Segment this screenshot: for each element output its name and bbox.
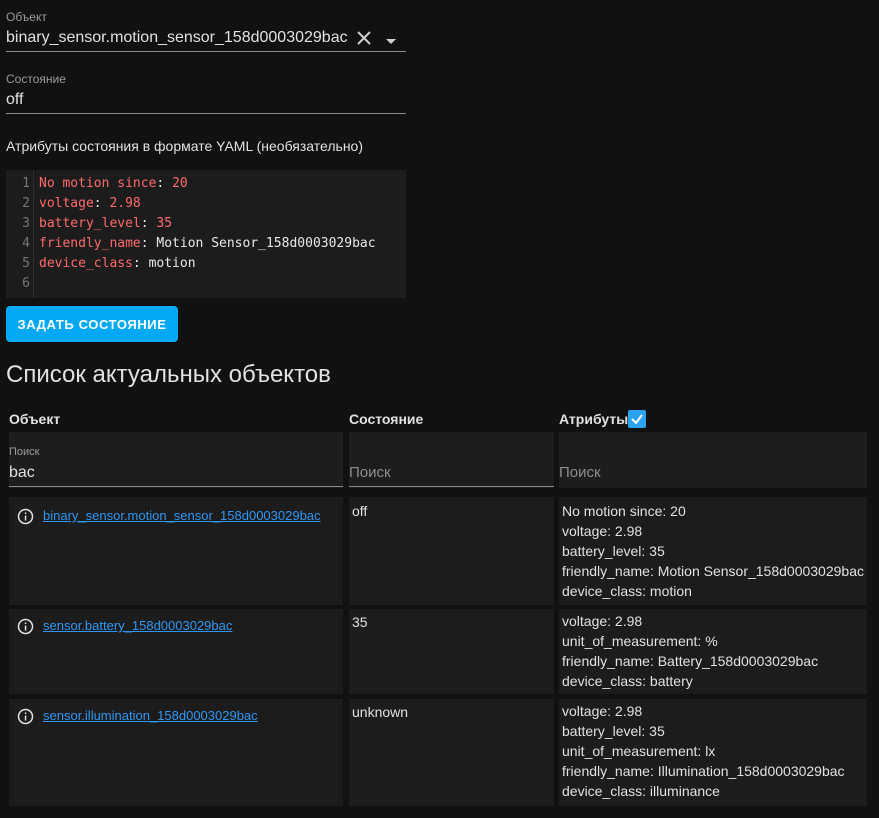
- attributes-list: No motion since: 20 voltage: 2.98 batter…: [562, 501, 864, 601]
- filter-entity[interactable]: Поиск bac: [9, 432, 343, 488]
- check-icon: [631, 414, 643, 425]
- yaml-line: No motion since: 20: [39, 174, 376, 194]
- attributes-list: voltage: 2.98 unit_of_measurement: % fri…: [562, 611, 818, 691]
- state-value: 35: [352, 614, 368, 630]
- attributes-cell: voltage: 2.98 unit_of_measurement: % fri…: [559, 609, 867, 694]
- table-row: sensor.illumination_158d0003029bac: [9, 699, 343, 806]
- yaml-line: device_class: motion: [39, 254, 376, 274]
- yaml-sep: :: [132, 256, 149, 271]
- attribute-line: device_class: battery: [562, 673, 693, 689]
- attribute-line: voltage: 2.98: [562, 613, 643, 629]
- chevron-down-icon[interactable]: [384, 33, 398, 44]
- state-field-input[interactable]: off: [6, 91, 24, 109]
- yaml-gutter: 1 2 3 4 5 6: [6, 170, 34, 298]
- column-header-state: Состояние: [349, 411, 424, 427]
- entity-field-label: Объект: [6, 10, 47, 24]
- attributes-checkbox[interactable]: [628, 410, 646, 428]
- attribute-line: device_class: illuminance: [562, 783, 720, 799]
- yaml-sep: :: [93, 196, 110, 211]
- yaml-line: friendly_name: Motion Sensor_158d0003029…: [39, 234, 376, 254]
- state-field-underline: [6, 113, 406, 114]
- yaml-editor[interactable]: 1 2 3 4 5 6 No motion since: 20 voltage:…: [6, 170, 406, 298]
- yaml-value: 20: [172, 176, 188, 191]
- attribute-line: friendly_name: Motion Sensor_158d0003029…: [562, 563, 864, 579]
- info-icon[interactable]: [17, 618, 34, 635]
- yaml-value: 35: [156, 216, 173, 231]
- attribute-line: unit_of_measurement: lx: [562, 743, 716, 759]
- yaml-key: battery_level: [39, 216, 141, 231]
- filter-entity-input[interactable]: bac: [9, 464, 35, 482]
- filter-entity-label: Поиск: [9, 446, 40, 458]
- yaml-value: Motion Sensor_158d0003029bac: [156, 236, 376, 251]
- entity-link[interactable]: sensor.illumination_158d0003029bac: [43, 708, 258, 723]
- state-value: off: [352, 503, 368, 519]
- line-number: 2: [22, 196, 30, 211]
- line-number: 4: [22, 236, 30, 251]
- state-cell: unknown: [349, 699, 554, 806]
- yaml-sep: :: [140, 236, 157, 251]
- attributes-cell: No motion since: 20 voltage: 2.98 batter…: [559, 497, 867, 605]
- entity-field-underline: [6, 51, 406, 52]
- column-header-attributes: Атрибуты: [559, 411, 629, 427]
- line-number: 1: [22, 176, 30, 191]
- attribute-line: No motion since: 20: [562, 503, 686, 519]
- line-number: 3: [22, 216, 30, 231]
- attribute-line: battery_level: 35: [562, 723, 665, 739]
- yaml-sep: :: [156, 176, 173, 191]
- yaml-code[interactable]: No motion since: 20 voltage: 2.98 batter…: [39, 170, 376, 294]
- info-icon[interactable]: [17, 708, 34, 725]
- yaml-sep: :: [140, 216, 157, 231]
- filter-state-input[interactable]: Поиск: [349, 464, 391, 481]
- line-number: 6: [22, 276, 30, 291]
- state-cell: off: [349, 497, 554, 605]
- attributes-cell: voltage: 2.98 battery_level: 35 unit_of_…: [559, 699, 867, 806]
- filter-attributes[interactable]: Поиск: [559, 432, 867, 488]
- yaml-key: No motion since: [39, 176, 157, 191]
- table-row: binary_sensor.motion_sensor_158d0003029b…: [9, 497, 343, 605]
- column-header-entity: Объект: [9, 411, 61, 427]
- info-icon[interactable]: [17, 508, 34, 525]
- yaml-key: friendly_name: [39, 236, 141, 251]
- yaml-key: device_class: [39, 256, 133, 271]
- filter-attributes-input[interactable]: Поиск: [559, 464, 601, 481]
- attribute-line: friendly_name: Battery_158d0003029bac: [562, 653, 819, 669]
- filter-underline: [349, 486, 554, 487]
- state-cell: 35: [349, 609, 554, 694]
- yaml-line: [39, 274, 376, 294]
- entity-field-input[interactable]: binary_sensor.motion_sensor_158d0003029b…: [6, 29, 348, 47]
- attribute-line: device_class: motion: [562, 583, 692, 599]
- table-row: sensor.battery_158d0003029bac: [9, 609, 343, 694]
- yaml-value: 2.98: [109, 196, 141, 211]
- entity-link[interactable]: sensor.battery_158d0003029bac: [43, 618, 232, 633]
- line-number: 5: [22, 256, 30, 271]
- yaml-line: battery_level: 35: [39, 214, 376, 234]
- yaml-title: Атрибуты состояния в формате YAML (необя…: [6, 138, 363, 154]
- filter-underline: [9, 486, 343, 487]
- attribute-line: friendly_name: Illumination_158d0003029b…: [562, 763, 845, 779]
- attribute-line: voltage: 2.98: [562, 703, 643, 719]
- filter-state[interactable]: Поиск: [349, 432, 554, 488]
- state-value: unknown: [352, 704, 409, 720]
- state-field-label: Состояние: [6, 72, 66, 86]
- yaml-key: voltage: [39, 196, 94, 211]
- set-state-button[interactable]: ЗАДАТЬ СОСТОЯНИЕ: [6, 306, 178, 342]
- attribute-line: voltage: 2.98: [562, 523, 643, 539]
- attributes-list: voltage: 2.98 battery_level: 35 unit_of_…: [562, 701, 845, 801]
- entity-link[interactable]: binary_sensor.motion_sensor_158d0003029b…: [43, 508, 321, 523]
- attribute-line: unit_of_measurement: %: [562, 633, 718, 649]
- attribute-line: battery_level: 35: [562, 543, 665, 559]
- yaml-line: voltage: 2.98: [39, 194, 376, 214]
- list-title: Список актуальных объектов: [6, 361, 331, 388]
- yaml-value: motion: [148, 256, 196, 271]
- close-icon[interactable]: [355, 29, 373, 47]
